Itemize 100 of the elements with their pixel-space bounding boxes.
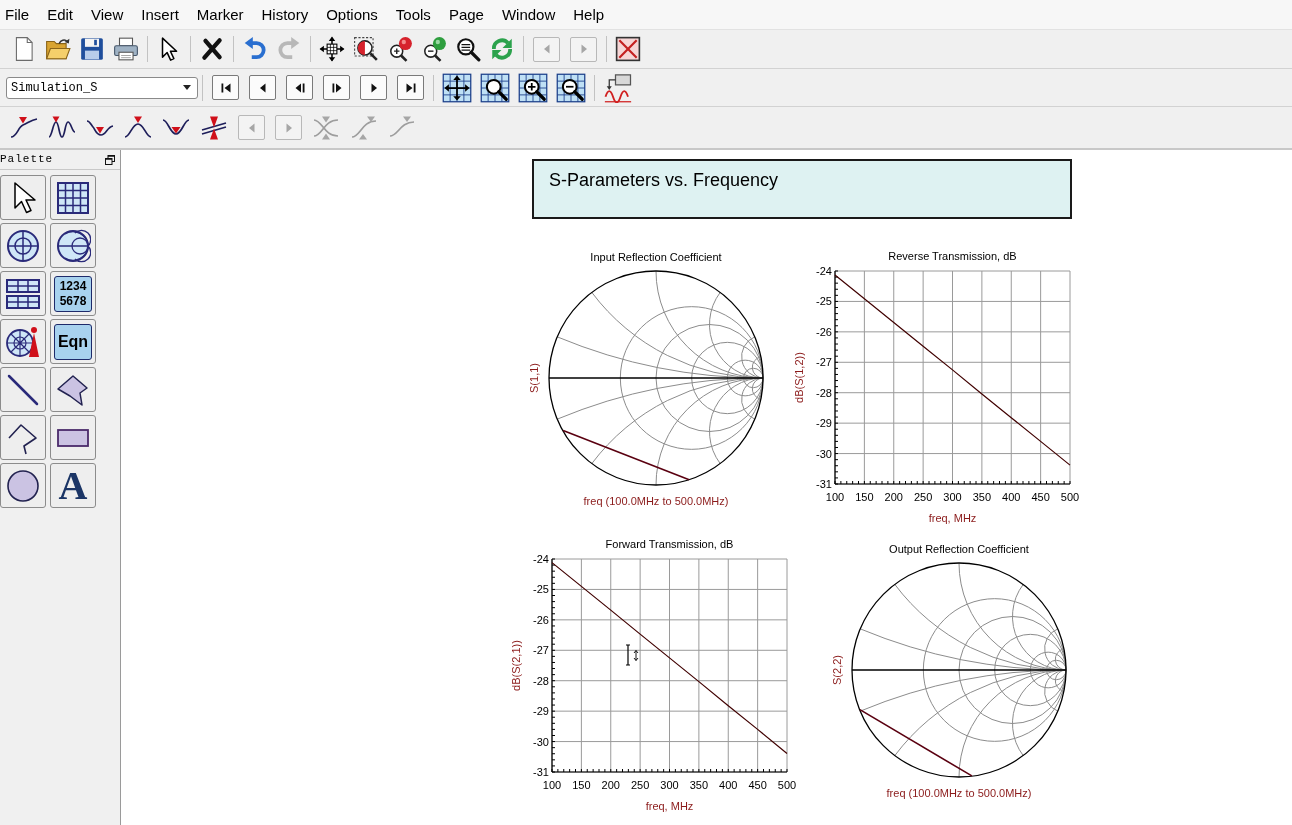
x-tick-label: 350 (972, 491, 992, 503)
stack-plot-button[interactable]: 1234 5678 (50, 271, 96, 316)
line-tool-button[interactable] (0, 367, 46, 412)
four-way-arrow-icon (319, 36, 345, 62)
menu-item[interactable]: History (258, 4, 312, 25)
waveform-icon (603, 72, 633, 103)
polar-plot-icon (5, 227, 41, 264)
skip-to-end-icon (404, 81, 417, 94)
x-tick-label: 350 (689, 779, 709, 791)
x-axis-label: freq, MHz (928, 512, 977, 524)
x-tick-label: 250 (630, 779, 650, 791)
menu-item[interactable]: Insert (138, 4, 182, 25)
grid-zoom-out-icon (556, 72, 586, 103)
circle-icon (5, 467, 41, 504)
grid-arrows-icon (442, 72, 472, 103)
menu-item[interactable]: Options (323, 4, 381, 25)
menu-item[interactable]: Tools (392, 4, 434, 25)
curve-marker-icon (387, 115, 417, 140)
x-tick-label: 300 (943, 491, 962, 503)
zoom-in-icon (387, 36, 413, 62)
equation-button[interactable]: Eqn (50, 319, 96, 364)
y-axis-label: S(2,2) (831, 655, 843, 685)
y-tick-label: -24 (533, 553, 549, 565)
chart-title: Output Reflection Coefficient (889, 543, 1029, 555)
menu-item[interactable]: Marker (193, 4, 247, 25)
magnifier-icon (455, 36, 481, 62)
double-marker-curve-icon (349, 115, 379, 140)
x-tick-label: 100 (825, 491, 845, 503)
restore-window-icon[interactable] (105, 154, 115, 165)
zoom-out-icon (421, 36, 447, 62)
trace-range-label: freq (100.0MHz to 500.0MHz) (583, 495, 729, 507)
redo-icon (276, 36, 302, 62)
menu-item[interactable]: Page (445, 4, 487, 25)
x-tick-label: 400 (1002, 491, 1021, 503)
y-tick-label: -30 (533, 735, 549, 748)
y-tick-label: -29 (533, 705, 549, 718)
x-tick-label: 400 (719, 779, 738, 791)
first-button[interactable] (212, 75, 239, 100)
trace-range-label: freq (100.0MHz to 500.0MHz) (886, 787, 1032, 799)
caret-down-icon (183, 85, 191, 90)
x-tick-label: 150 (855, 491, 874, 503)
crossing-curves-marker-icon (311, 115, 341, 140)
y-tick-label: -27 (533, 644, 549, 657)
y-tick-label: -31 (816, 478, 832, 490)
y-tick-label: -27 (816, 356, 832, 369)
crossed-box-icon (615, 36, 641, 62)
x-axis-label: freq, MHz (645, 800, 694, 812)
y-tick-label: -29 (816, 417, 832, 430)
text-tool-button[interactable]: A (50, 463, 96, 508)
menu-item[interactable]: File (2, 4, 33, 25)
x-mark-icon (199, 36, 225, 62)
y-axis-label: dB(S(1,2)) (793, 352, 805, 403)
x-tick-label: 200 (884, 491, 903, 503)
polar-plot-button[interactable] (0, 223, 46, 268)
step-forward-button[interactable] (323, 75, 350, 100)
x-tick-label: 250 (913, 491, 933, 503)
y-tick-label: -25 (816, 295, 832, 308)
circle-tool-button[interactable] (0, 463, 46, 508)
y-axis-label: dB(S(2,1)) (510, 640, 522, 691)
y-tick-label: -26 (533, 613, 549, 626)
polyline-tool-button[interactable] (0, 415, 46, 460)
x-tick-label: 500 (1060, 491, 1080, 503)
y-tick-label: -26 (816, 325, 832, 338)
y-tick-label: -31 (533, 766, 549, 778)
antenna-plot-button[interactable] (0, 319, 46, 364)
smith-chart-button[interactable] (50, 223, 96, 268)
grid-magnifier-icon (480, 72, 510, 103)
step-forward-icon (330, 81, 343, 94)
x-tick-label: 300 (660, 779, 679, 791)
page-title-banner: S-Parameters vs. Frequency (532, 159, 1072, 219)
y-tick-label: -28 (533, 674, 549, 687)
menu-item[interactable]: Edit (44, 4, 77, 25)
folder-icon (45, 36, 71, 62)
refresh-icon (489, 36, 515, 62)
rising-curve-marker-icon (9, 115, 39, 140)
polygon-tool-button[interactable] (50, 367, 96, 412)
x-tick-label: 200 (601, 779, 620, 791)
printer-icon (113, 36, 139, 62)
next-button[interactable] (360, 75, 387, 100)
chart-title: Reverse Transmission, dB (888, 250, 1017, 262)
rectangular-plot-button[interactable] (50, 175, 96, 220)
y-tick-label: -28 (816, 386, 832, 399)
parallel-lines-marker-icon (199, 115, 229, 140)
x-tick-label: 450 (1031, 491, 1050, 503)
menu-item[interactable]: Window (498, 4, 559, 25)
menu-item[interactable]: View (88, 4, 127, 25)
rectangle-tool-button[interactable] (50, 415, 96, 460)
palette-title: Palette (0, 152, 54, 168)
step-back-button[interactable] (286, 75, 313, 100)
pointer-tool-button[interactable] (0, 175, 46, 220)
grid-icon (55, 179, 91, 216)
undo-icon (242, 36, 268, 62)
menu-item[interactable]: Help (570, 4, 608, 25)
list-button[interactable] (0, 271, 46, 316)
previous-button[interactable] (249, 75, 276, 100)
y-tick-label: -30 (816, 447, 832, 460)
last-button[interactable] (397, 75, 424, 100)
dataset-dropdown[interactable]: Simulation_S (6, 76, 198, 99)
chart-title: Input Reflection Coefficient (590, 251, 722, 263)
y-axis-label: S(1,1) (528, 363, 540, 393)
